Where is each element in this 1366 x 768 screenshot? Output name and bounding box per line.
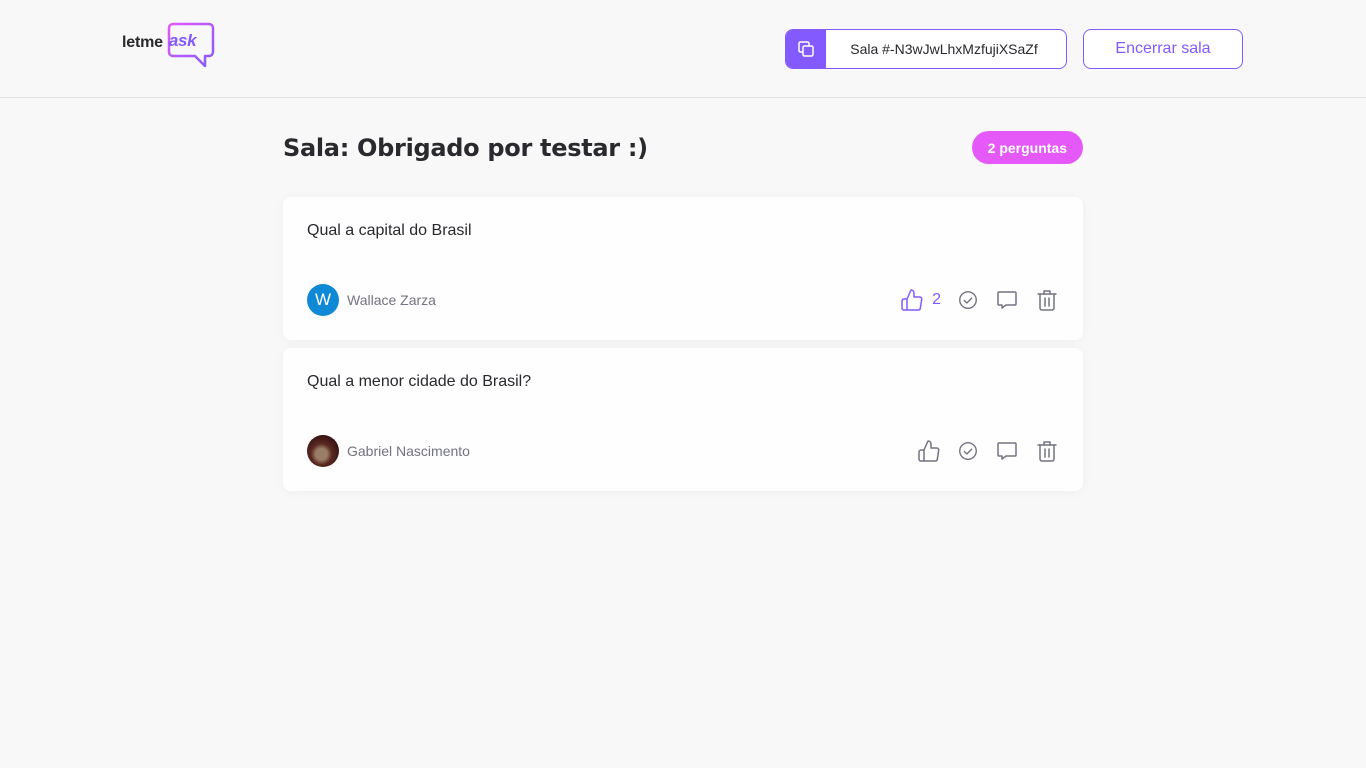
chat-bubble-icon	[997, 442, 1017, 460]
thumbs-up-icon	[918, 440, 940, 462]
avatar: W	[307, 284, 339, 316]
logo[interactable]: letme ask	[122, 22, 215, 70]
question-footer: Gabriel Nascimento	[307, 435, 1059, 467]
check-circle-icon	[959, 442, 977, 460]
author-name: Wallace Zarza	[347, 292, 436, 308]
trash-icon	[1037, 290, 1057, 311]
like-count: 2	[932, 291, 941, 308]
question-list: Qual a capital do Brasil W Wallace Zarza…	[283, 197, 1083, 491]
mark-answered-button[interactable]	[957, 439, 979, 463]
room-main: Sala: Obrigado por testar :) 2 perguntas…	[283, 98, 1083, 499]
question-card: Qual a capital do Brasil W Wallace Zarza…	[283, 197, 1083, 340]
author-name: Gabriel Nascimento	[347, 443, 470, 459]
room-title-row: Sala: Obrigado por testar :) 2 perguntas	[283, 131, 1083, 164]
question-actions: 2	[884, 288, 1059, 312]
room-code-button[interactable]: Sala #-N3wJwLhxMzfujiXSaZf	[785, 29, 1067, 69]
page-title: Sala: Obrigado por testar :)	[283, 133, 648, 162]
delete-question-button[interactable]	[1035, 439, 1059, 463]
close-room-button[interactable]: Encerrar sala	[1083, 29, 1243, 69]
copy-icon	[786, 30, 826, 68]
chat-bubble-icon	[997, 291, 1017, 309]
question-content: Qual a menor cidade do Brasil?	[307, 373, 532, 390]
user-info: W Wallace Zarza	[307, 284, 436, 316]
room-code-text: Sala #-N3wJwLhxMzfujiXSaZf	[850, 41, 1038, 57]
logo-text-ask: ask	[168, 31, 197, 50]
user-info: Gabriel Nascimento	[307, 435, 470, 467]
question-count-badge: 2 perguntas	[971, 131, 1083, 164]
question-content: Qual a capital do Brasil	[307, 222, 472, 239]
question-footer: W Wallace Zarza 2	[307, 284, 1059, 316]
trash-icon	[1037, 441, 1057, 462]
like-button[interactable]	[917, 439, 941, 463]
question-actions	[901, 439, 1059, 463]
app-header: letme ask Sala #-N3wJwLhxMzfujiXSaZf Enc…	[0, 0, 1366, 98]
check-circle-icon	[959, 291, 977, 309]
avatar	[307, 435, 339, 467]
highlight-question-button[interactable]	[995, 288, 1019, 312]
logo-bubble: ask	[165, 22, 215, 70]
like-button[interactable]: 2	[900, 288, 941, 312]
thumbs-up-icon	[901, 289, 923, 311]
mark-answered-button[interactable]	[957, 288, 979, 312]
question-card: Qual a menor cidade do Brasil? Gabriel N…	[283, 348, 1083, 491]
highlight-question-button[interactable]	[995, 439, 1019, 463]
delete-question-button[interactable]	[1035, 288, 1059, 312]
logo-text-letme: letme	[122, 34, 163, 51]
avatar-initial: W	[314, 290, 332, 309]
